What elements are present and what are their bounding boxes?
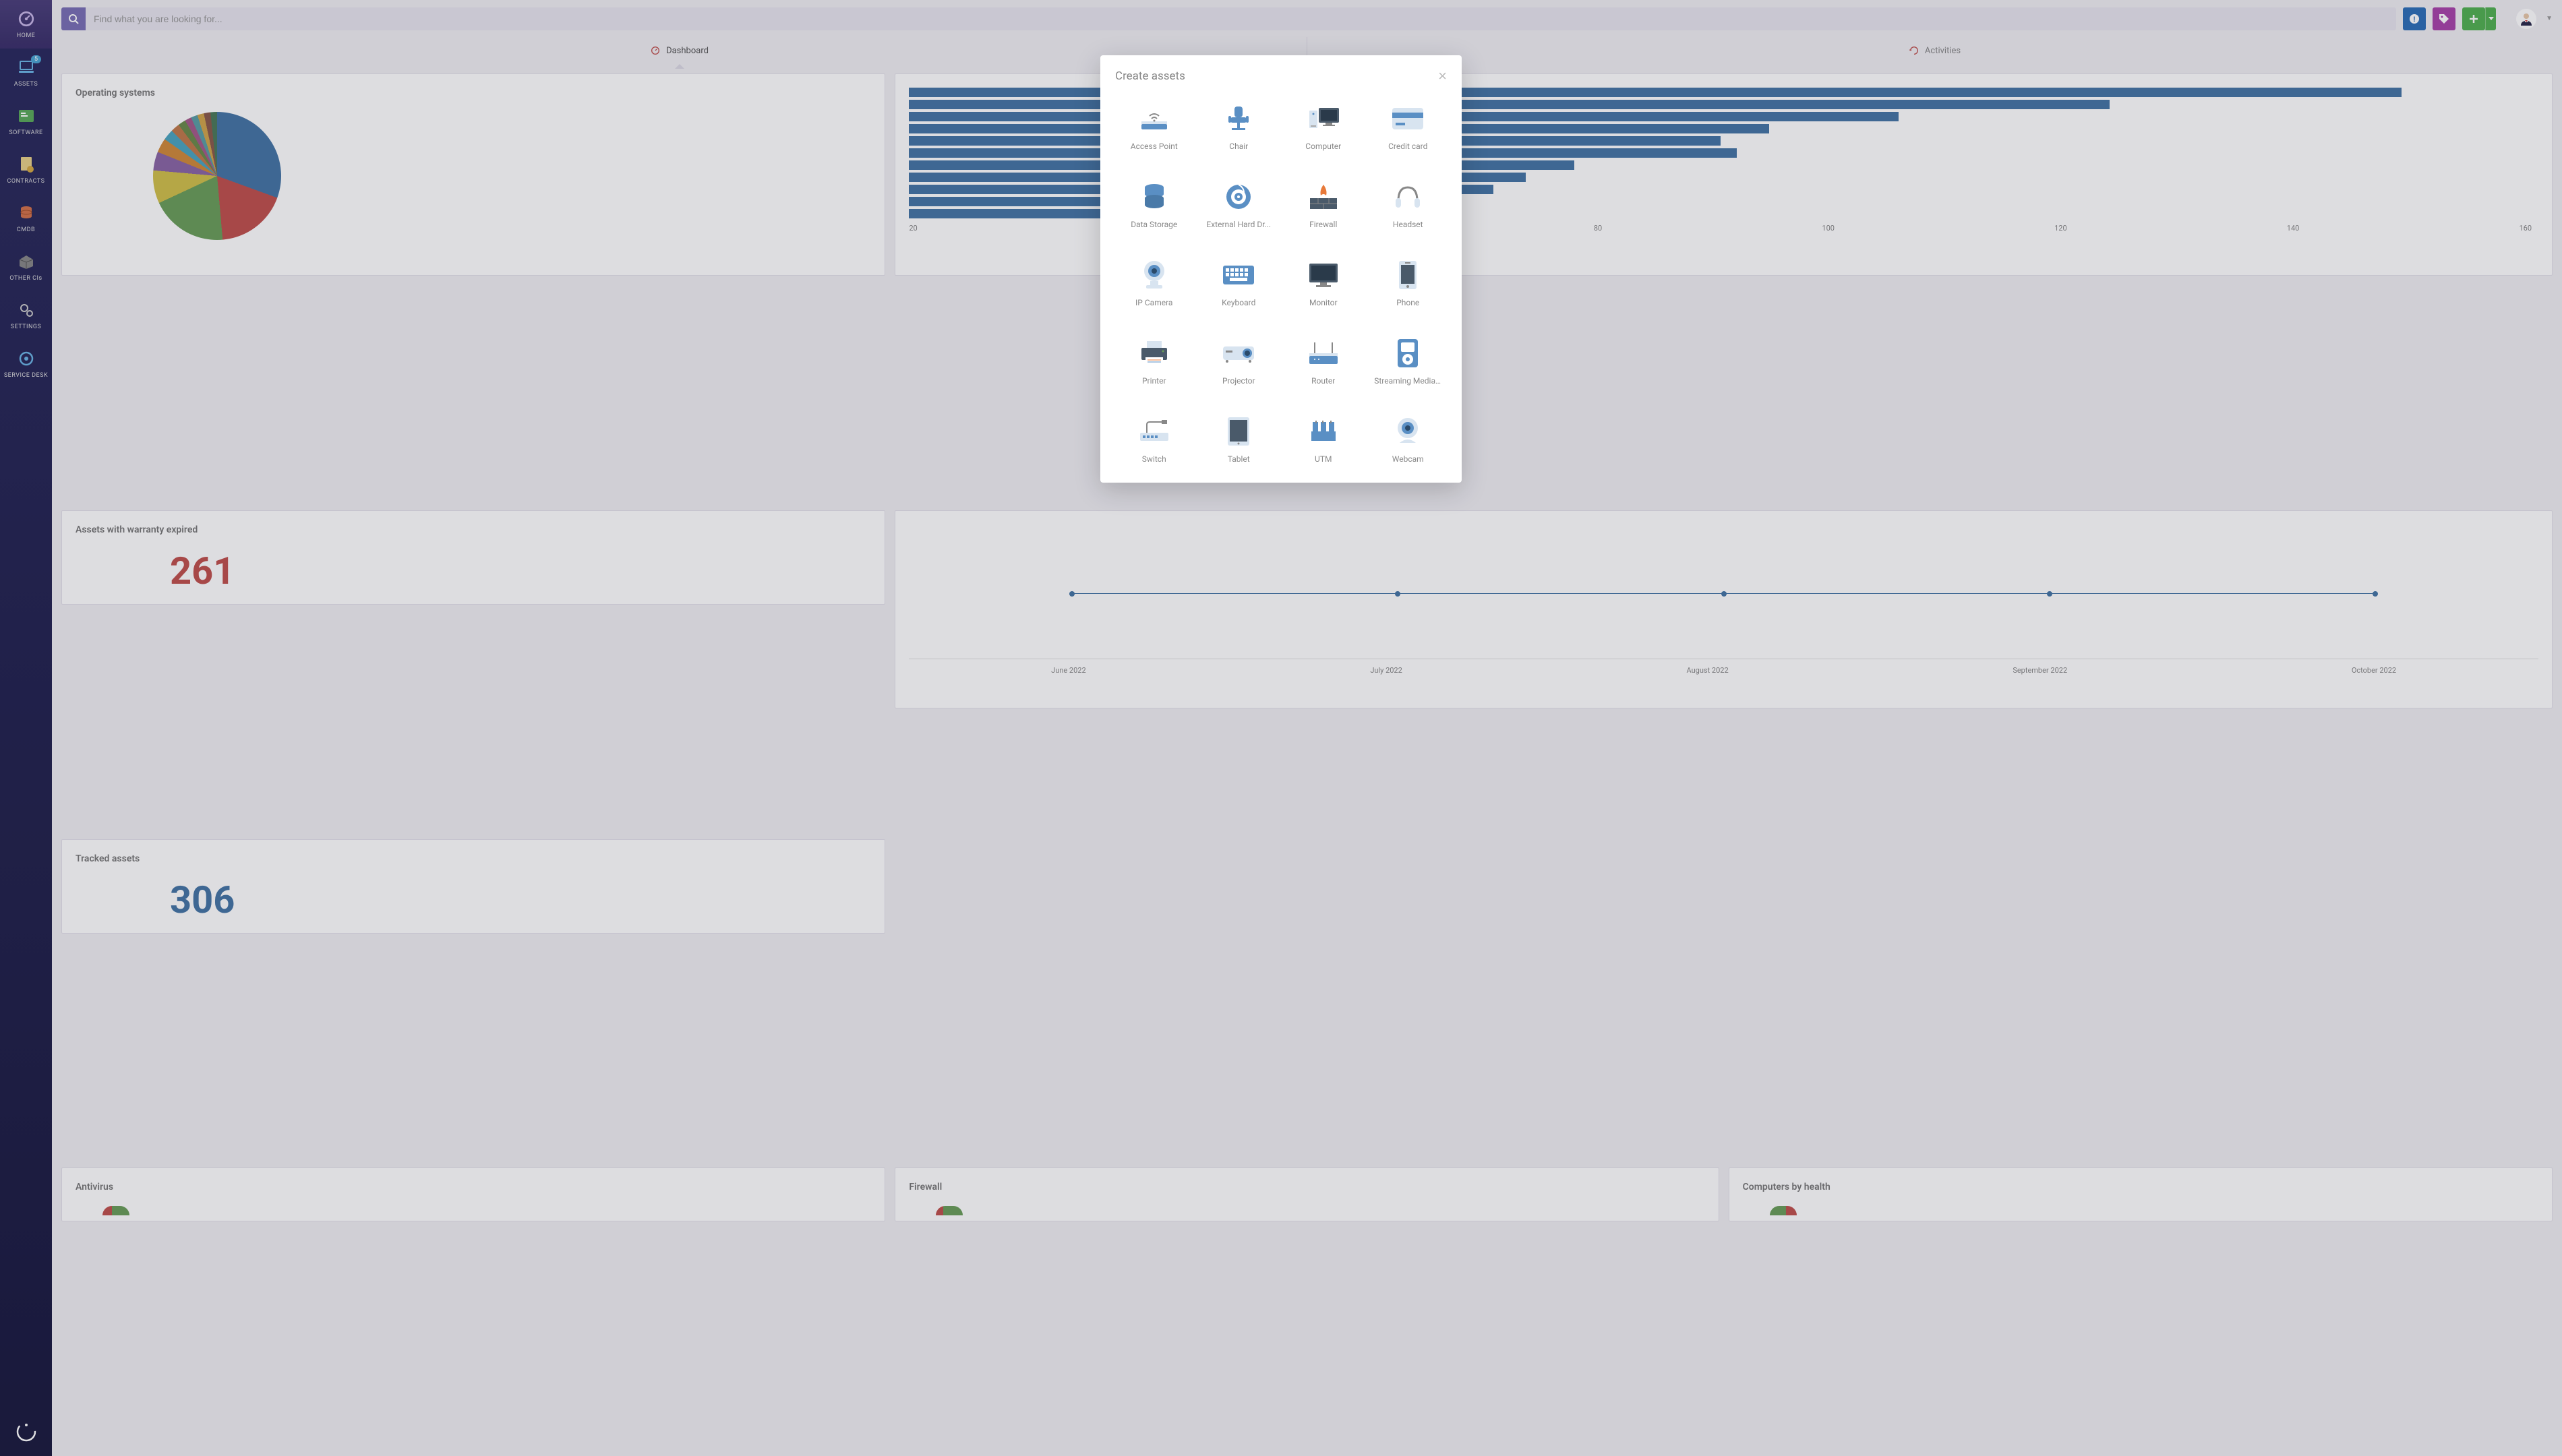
asset-tile-ip-camera[interactable]: IP Camera xyxy=(1115,255,1193,313)
asset-tile-computer[interactable]: Computer xyxy=(1284,98,1363,156)
data-storage-icon xyxy=(1136,182,1172,212)
router-icon xyxy=(1305,338,1342,368)
access-point-icon xyxy=(1136,104,1172,133)
headset-icon xyxy=(1390,182,1426,212)
asset-tile-monitor[interactable]: Monitor xyxy=(1284,255,1363,313)
utm-icon xyxy=(1305,417,1342,446)
keyboard-icon xyxy=(1220,260,1257,290)
asset-tile-access-point[interactable]: Access Point xyxy=(1115,98,1193,156)
asset-tile-tablet[interactable]: Tablet xyxy=(1200,411,1278,469)
ip-camera-icon xyxy=(1136,260,1172,290)
close-button[interactable]: × xyxy=(1438,67,1447,85)
asset-tile-keyboard[interactable]: Keyboard xyxy=(1200,255,1278,313)
tablet-icon xyxy=(1220,417,1257,446)
close-icon: × xyxy=(1438,67,1447,84)
streaming-media-icon xyxy=(1390,338,1426,368)
chair-icon xyxy=(1220,104,1257,133)
asset-tile-printer[interactable]: Printer xyxy=(1115,333,1193,391)
asset-tile-utm[interactable]: UTM xyxy=(1284,411,1363,469)
modal-title: Create assets xyxy=(1115,69,1185,83)
webcam-icon xyxy=(1390,417,1426,446)
asset-tile-phone[interactable]: Phone xyxy=(1369,255,1448,313)
computer-icon xyxy=(1305,104,1342,133)
monitor-icon xyxy=(1305,260,1342,290)
asset-tile-external-hd[interactable]: External Hard Dr... xyxy=(1200,177,1278,235)
asset-tile-webcam[interactable]: Webcam xyxy=(1369,411,1448,469)
asset-tile-projector[interactable]: Projector xyxy=(1200,333,1278,391)
firewall-icon xyxy=(1305,182,1342,212)
switch-icon xyxy=(1136,417,1172,446)
asset-tile-switch[interactable]: Switch xyxy=(1115,411,1193,469)
phone-icon xyxy=(1390,260,1426,290)
asset-tile-firewall[interactable]: Firewall xyxy=(1284,177,1363,235)
asset-tile-data-storage[interactable]: Data Storage xyxy=(1115,177,1193,235)
asset-tile-router[interactable]: Router xyxy=(1284,333,1363,391)
external-hd-icon xyxy=(1220,182,1257,212)
asset-tile-headset[interactable]: Headset xyxy=(1369,177,1448,235)
asset-tile-chair[interactable]: Chair xyxy=(1200,98,1278,156)
create-assets-modal: Create assets × Access Point Chair xyxy=(1100,55,1462,483)
asset-tile-streaming[interactable]: Streaming Media... xyxy=(1369,333,1448,391)
asset-tile-credit-card[interactable]: Credit card xyxy=(1369,98,1448,156)
modal-overlay[interactable]: Create assets × Access Point Chair xyxy=(0,0,2562,1456)
projector-icon xyxy=(1220,338,1257,368)
credit-card-icon xyxy=(1390,104,1426,133)
printer-icon xyxy=(1136,338,1172,368)
